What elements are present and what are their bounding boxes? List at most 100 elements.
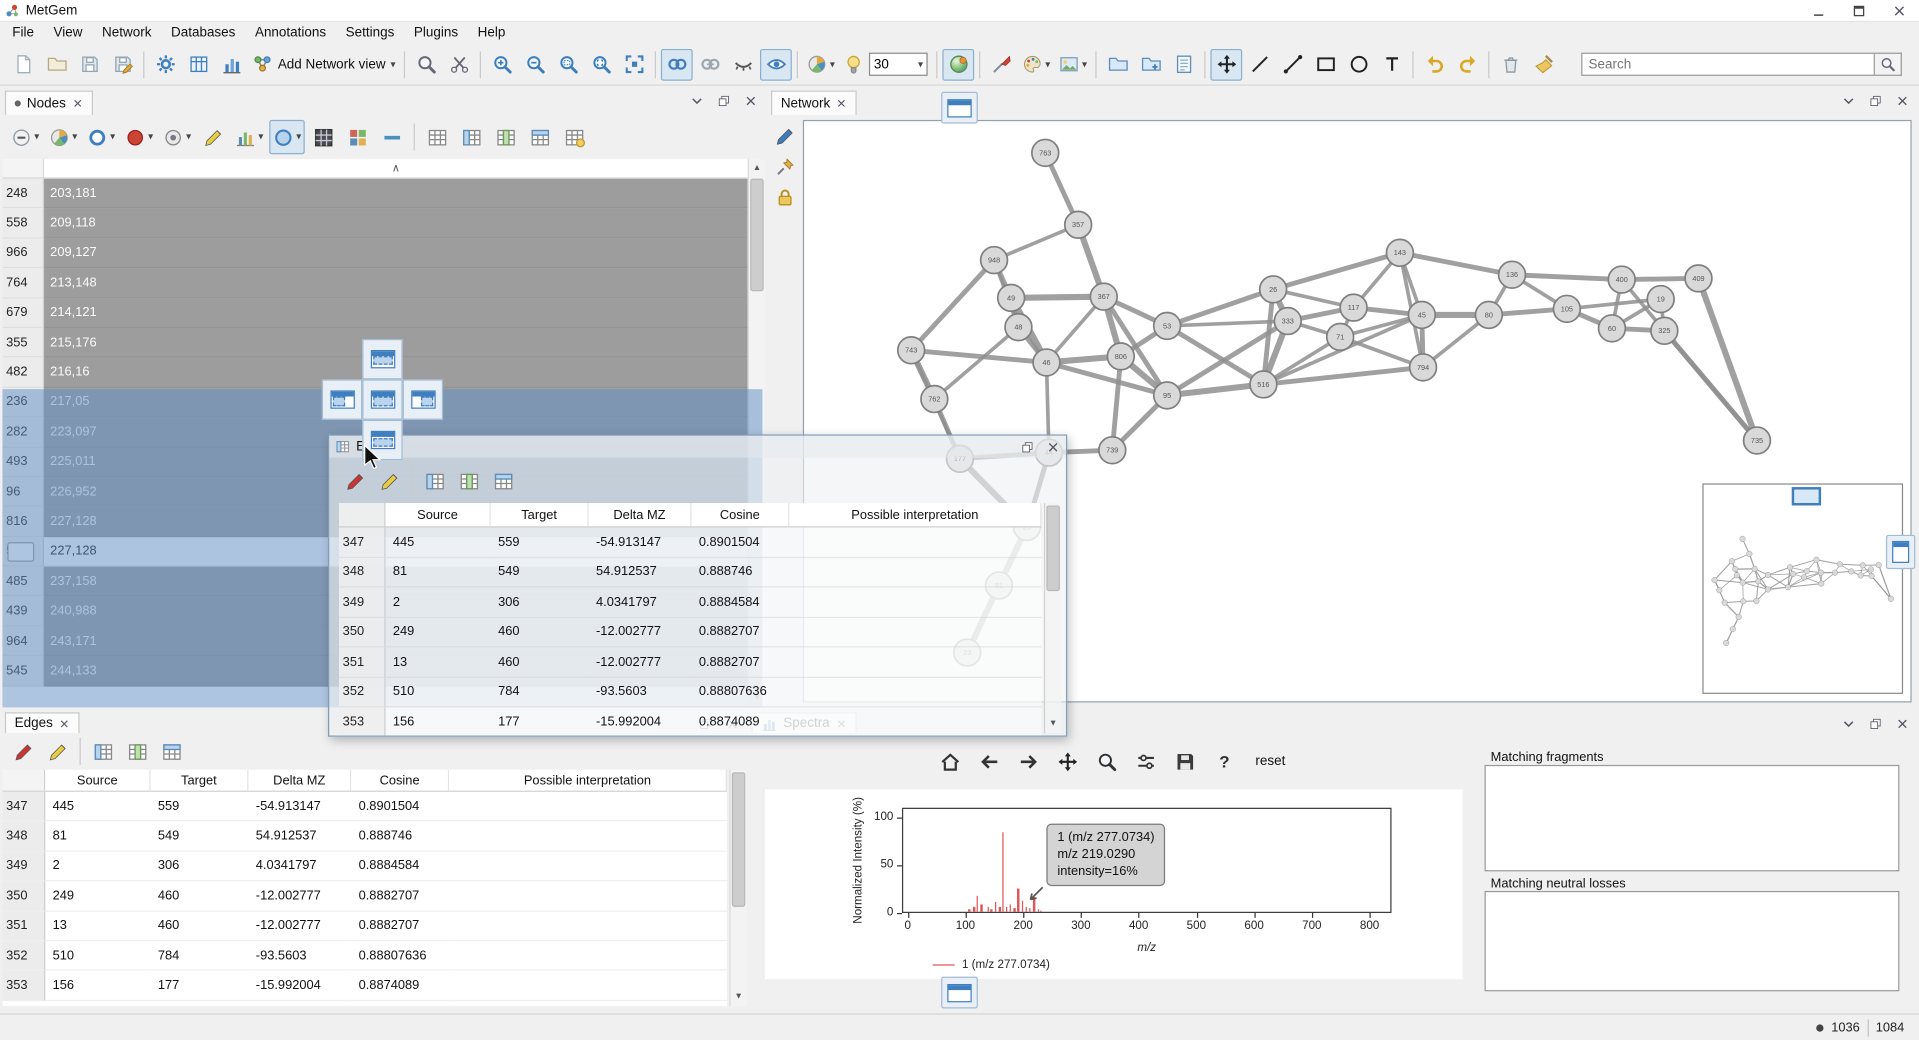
edges-toolbar-highlight-yellow-button[interactable] xyxy=(42,736,74,768)
network-dock-menu-button[interactable] xyxy=(1839,92,1857,110)
tab-close-icon[interactable] xyxy=(59,718,70,729)
network-edge[interactable] xyxy=(1664,331,1757,441)
spectra-toolbar-help-button[interactable] xyxy=(1210,747,1239,776)
nodes-toolbar-save-layout-button[interactable] xyxy=(558,120,590,154)
dock-indicator-right-edge[interactable] xyxy=(1886,535,1915,569)
nodes-toolbar-highlight-yellow-button[interactable] xyxy=(197,120,229,154)
edges-header-possible-interpretation[interactable]: Possible interpretation xyxy=(449,770,727,791)
toolbar-zoom-out-button[interactable] xyxy=(519,48,551,80)
floating-edges-table-row[interactable]: 353156177-15.9920040.8874089 xyxy=(339,707,1041,735)
toolbar-hide-items-button[interactable] xyxy=(727,48,759,80)
toolbar-delete-button[interactable] xyxy=(1494,48,1526,80)
toolbar-clean-button[interactable] xyxy=(1527,48,1559,80)
toolbar-zoom-selection-button[interactable] xyxy=(552,48,584,80)
spectra-toolbar-save-figure-button[interactable] xyxy=(1171,747,1200,776)
nodes-toolbar-cluster-options-button[interactable]: ▾ xyxy=(159,120,195,154)
floating-edges-header-source[interactable]: Source xyxy=(386,503,491,526)
toolbar-clip-button[interactable] xyxy=(443,48,475,80)
nodes-toolbar-freeze-columns-button[interactable] xyxy=(421,120,453,154)
nodes-toolbar-show-columns-button[interactable] xyxy=(455,120,487,154)
edges-toolbar-show-columns-button[interactable] xyxy=(87,736,119,768)
floating-vertical-scrollbar[interactable]: ▼ xyxy=(1044,503,1061,733)
dock-indicator-up[interactable] xyxy=(362,339,402,379)
spectra-toolbar-pan-button[interactable] xyxy=(1053,747,1082,776)
toolbar-link-views-button[interactable] xyxy=(694,48,726,80)
toolbar-save-project-as-button[interactable] xyxy=(106,48,138,80)
spectra-dock-close-button[interactable] xyxy=(1893,715,1911,733)
search-button[interactable] xyxy=(1875,53,1902,76)
floating-close-button[interactable] xyxy=(1044,438,1062,456)
network-edge[interactable] xyxy=(1273,253,1400,290)
toolbar-export-image-button[interactable]: ▾ xyxy=(1055,48,1091,80)
menu-item-annotations[interactable]: Annotations xyxy=(245,23,336,43)
toolbar-find-button[interactable] xyxy=(410,48,442,80)
toolbar-draw-text-button[interactable] xyxy=(1376,48,1408,80)
spectra-toolbar-configure-plot-button[interactable] xyxy=(1132,747,1161,776)
minimap-viewport[interactable] xyxy=(1792,487,1821,505)
floating-toolbar-sync-selection-button[interactable] xyxy=(453,465,485,497)
menu-item-network[interactable]: Network xyxy=(92,23,161,43)
nodes-table-row[interactable]: 248203,181 xyxy=(2,179,747,209)
network-toolbar-lock-view-button[interactable] xyxy=(771,184,798,211)
nodes-table-row[interactable]: 764213,148 xyxy=(2,268,747,298)
dock-indicator-right[interactable] xyxy=(403,379,443,419)
toolbar-import-group-mapping-button[interactable] xyxy=(215,48,247,80)
network-edge[interactable] xyxy=(1512,275,1622,280)
network-minimap[interactable] xyxy=(1702,483,1903,694)
toolbar-map-feature-button[interactable] xyxy=(985,48,1017,80)
spectra-toolbar-zoom-button[interactable] xyxy=(1093,747,1122,776)
toolbar-redo-button[interactable] xyxy=(1452,48,1484,80)
nodes-toolbar-restore-layout-button[interactable] xyxy=(524,120,556,154)
nodes-toolbar-filter-neighbors-button[interactable]: ▾ xyxy=(7,120,43,154)
nodes-toolbar-delete-columns-button[interactable] xyxy=(376,120,408,154)
spectra-dock-menu-button[interactable] xyxy=(1839,715,1857,733)
nodes-toolbar-column-chart-button[interactable]: ▾ xyxy=(231,120,267,154)
floating-edges-table-row[interactable]: 352510784-93.56030.88807636 xyxy=(339,677,1041,707)
toolbar-add-database-button[interactable] xyxy=(1135,48,1167,80)
nodes-dock-menu-button[interactable] xyxy=(688,92,706,110)
maximize-button[interactable] xyxy=(1838,0,1878,22)
spectra-dock-float-button[interactable] xyxy=(1866,715,1884,733)
nodes-toolbar-highlight-red-nodes-button[interactable]: ▾ xyxy=(121,120,157,154)
tab-nodes[interactable]: Nodes xyxy=(5,91,93,115)
toolbar-show-items-button[interactable] xyxy=(760,48,792,80)
toolbar-draw-arrow-button[interactable] xyxy=(1277,48,1309,80)
spectra-toolbar-back-button[interactable] xyxy=(975,747,1004,776)
edges-header-cosine[interactable]: Cosine xyxy=(351,770,449,791)
nodes-toolbar-view-standards-button[interactable]: ▾ xyxy=(269,120,305,154)
toolbar-fullscreen-button[interactable] xyxy=(618,48,650,80)
nodes-toolbar-compute-table-button[interactable] xyxy=(307,120,339,154)
toolbar-draw-rectangle-button[interactable] xyxy=(1310,48,1342,80)
toolbar-draw-line-button[interactable] xyxy=(1244,48,1276,80)
edges-toolbar-sync-selection-button[interactable] xyxy=(121,736,153,768)
edges-table-row[interactable]: 34923064.03417970.8884584 xyxy=(2,852,727,882)
edges-table-row[interactable]: 352510784-93.56030.88807636 xyxy=(2,941,727,971)
nodes-mz-column-header[interactable]: ∧ xyxy=(44,159,748,177)
minimize-button[interactable] xyxy=(1798,0,1838,22)
dock-indicator-left[interactable] xyxy=(322,379,362,419)
toolbar-zoom-fit-button[interactable] xyxy=(585,48,617,80)
toolbar-pie-charts-visibility-button[interactable]: ▾ xyxy=(803,48,839,80)
toolbar-open-databases-button[interactable] xyxy=(1102,48,1134,80)
floating-toolbar-show-columns-button[interactable] xyxy=(419,465,451,497)
nodes-table-row[interactable]: 679214,121 xyxy=(2,298,747,328)
floating-edges-header-target[interactable]: Target xyxy=(491,503,589,526)
network-dock-float-button[interactable] xyxy=(1866,92,1884,110)
edges-toolbar-highlight-red-button[interactable] xyxy=(7,736,39,768)
toolbar-add-network-view-button[interactable]: Add Network view▾ xyxy=(248,48,399,80)
nodes-toolbar-select-group-button[interactable]: ▾ xyxy=(83,120,119,154)
toolbar-link-nodes-selection-button[interactable] xyxy=(661,48,693,80)
floating-edges-table-row[interactable]: 3488154954.9125370.888746 xyxy=(339,557,1041,587)
network-edge[interactable] xyxy=(911,260,994,350)
toolbar-zoom-in-button[interactable] xyxy=(486,48,518,80)
tab-network[interactable]: Network xyxy=(771,91,857,115)
menu-item-help[interactable]: Help xyxy=(468,23,515,43)
network-toolbar-edit-annotations-button[interactable] xyxy=(771,122,798,149)
network-edge[interactable] xyxy=(1400,253,1512,275)
dock-indicator-top-edge[interactable] xyxy=(941,92,978,124)
menu-item-view[interactable]: View xyxy=(44,23,93,43)
scroll-up-icon[interactable]: ▲ xyxy=(749,160,765,176)
toolbar-node-scale-combo[interactable]: 30▾ xyxy=(869,53,928,76)
toolbar-node-scale-button[interactable]: 30▾ xyxy=(840,48,932,80)
scrollbar-thumb[interactable] xyxy=(1046,505,1059,591)
